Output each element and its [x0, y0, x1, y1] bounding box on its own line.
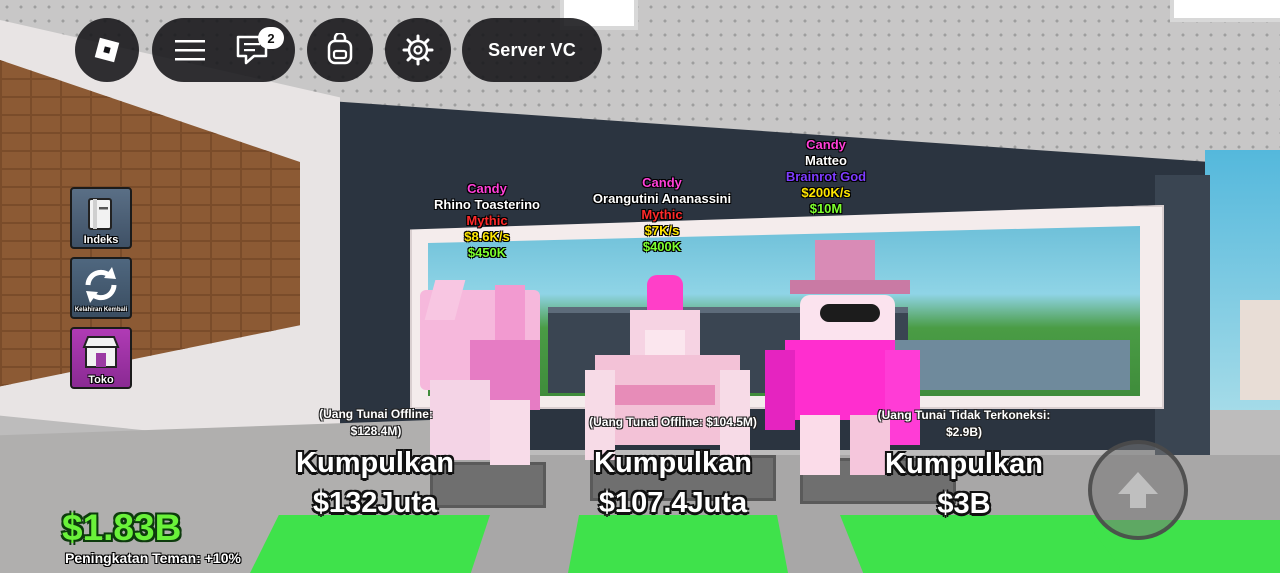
- offline-cash-3: (Uang Tunai Tidak Terkoneksi: $2.9B): [878, 407, 1051, 441]
- ceiling-light: [1170, 0, 1280, 22]
- roblox-menu-button[interactable]: [75, 18, 139, 82]
- price-label: $400K: [642, 239, 682, 254]
- brainrot-name: Rhino Toasterino: [434, 197, 540, 212]
- book-icon: [88, 198, 112, 230]
- rarity-tag: Candy: [806, 137, 846, 152]
- collect-amount: $3B: [937, 488, 991, 520]
- collect-pad[interactable]: [568, 515, 788, 573]
- rhino-toasterino-model[interactable]: [410, 280, 550, 470]
- friend-boost-text: Peningkatan Teman: +10%: [65, 550, 241, 566]
- rarity-tag: Candy: [642, 175, 682, 190]
- roblox-logo-icon: [94, 37, 120, 63]
- settings-button[interactable]: [385, 18, 451, 82]
- outdoor-shop: [1240, 300, 1280, 400]
- shop-button[interactable]: Toko: [70, 327, 132, 389]
- collect-label-1[interactable]: Kumpulkan $132Juta: [296, 443, 454, 523]
- income-rate: $7K/s: [644, 223, 680, 238]
- tier-label: Mythic: [466, 213, 508, 228]
- index-button[interactable]: Indeks: [70, 187, 132, 249]
- index-label: Indeks: [83, 234, 119, 246]
- server-vc-button[interactable]: Server VC: [462, 18, 602, 82]
- chat-notification-badge: 2: [258, 27, 284, 49]
- window-building: [890, 340, 1130, 390]
- collect-text: Kumpulkan: [594, 447, 752, 479]
- orangutini-ananassini-model[interactable]: [585, 275, 750, 470]
- collect-amount: $132Juta: [312, 487, 438, 519]
- brainrot-label-3: Candy Matteo Brainrot God $200K/s $10M: [786, 137, 866, 217]
- rebirth-label: Kelahiran Kembali: [74, 307, 128, 313]
- income-rate: $8.6K/s: [464, 229, 510, 244]
- collect-pad[interactable]: [250, 515, 490, 573]
- brainrot-label-1: Candy Rhino Toasterino Mythic $8.6K/s $4…: [434, 181, 540, 261]
- offline-cash-line: $128.4M): [350, 424, 402, 438]
- refresh-icon: [85, 267, 117, 303]
- offline-cash-1: (Uang Tunai Offline: $128.4M): [319, 406, 433, 440]
- collect-text: Kumpulkan: [296, 447, 454, 479]
- income-rate: $200K/s: [801, 185, 851, 200]
- rebirth-button[interactable]: Kelahiran Kembali: [70, 257, 132, 319]
- rarity-tag: Candy: [467, 181, 507, 196]
- offline-cash-line: (Uang Tunai Tidak Terkoneksi:: [877, 408, 1051, 422]
- offline-cash-2: (Uang Tunai Offline: $104.5M): [589, 414, 757, 431]
- collect-amount: $107.4Juta: [598, 487, 748, 519]
- menu-icon: [175, 40, 205, 61]
- jump-arrow-icon: [1118, 472, 1158, 508]
- price-label: $450K: [467, 245, 507, 260]
- brainrot-label-2: Candy Orangutini Ananassini Mythic $7K/s…: [593, 175, 731, 255]
- player-cash: $1.83B: [62, 507, 182, 548]
- offline-cash-line: (Uang Tunai Offline:: [319, 407, 433, 421]
- collect-label-2[interactable]: Kumpulkan $107.4Juta: [594, 443, 752, 523]
- backpack-button[interactable]: [307, 18, 373, 82]
- shop-label: Toko: [88, 374, 114, 386]
- offline-cash-line: $2.9B): [945, 425, 983, 439]
- settings-icon: [402, 34, 434, 66]
- jump-button[interactable]: [1088, 440, 1188, 540]
- price-label: $10M: [809, 201, 843, 216]
- collect-text: Kumpulkan: [885, 448, 1043, 480]
- brainrot-name: Orangutini Ananassini: [592, 191, 732, 206]
- menu-button[interactable]: [170, 34, 210, 66]
- brainrot-name: Matteo: [805, 153, 847, 168]
- store-icon: [82, 336, 120, 368]
- backpack-icon: [327, 33, 353, 65]
- tier-label: Brainrot God: [785, 169, 867, 184]
- collect-label-3[interactable]: Kumpulkan $3B: [885, 444, 1043, 524]
- offline-cash-line: (Uang Tunai Offline: $104.5M): [589, 415, 757, 429]
- tier-label: Mythic: [641, 207, 683, 222]
